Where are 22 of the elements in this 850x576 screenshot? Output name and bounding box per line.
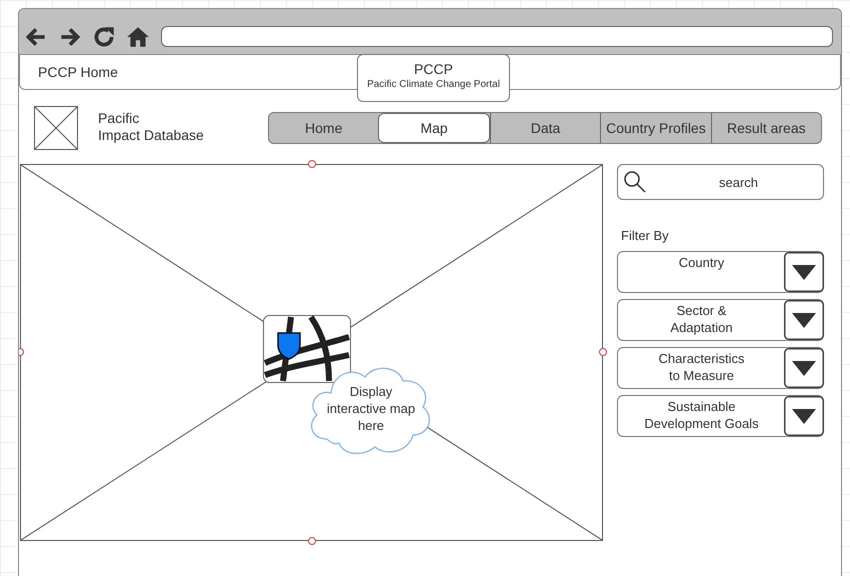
- logo-placeholder: [34, 106, 78, 150]
- site-name: PCCP: [413, 61, 454, 77]
- nav-tab[interactable]: Result areas: [710, 113, 822, 143]
- filter-label: Filter By: [621, 228, 670, 243]
- site-title: Pacific Impact Database: [98, 110, 205, 144]
- address-field[interactable]: [161, 26, 833, 47]
- map-note: Display interactive map here: [326, 383, 416, 434]
- map-icon: [263, 315, 351, 383]
- filter-dropdown[interactable]: Characteristics to Measure: [617, 347, 824, 389]
- selection-handle[interactable]: [599, 348, 607, 356]
- filter-dropdown[interactable]: Sustainable Development Goals: [617, 395, 824, 437]
- selection-handle[interactable]: [308, 537, 316, 545]
- nav-tab[interactable]: Data: [490, 113, 600, 143]
- nav-tab[interactable]: Map: [378, 113, 490, 143]
- search-icon: [623, 170, 647, 194]
- nav-tab[interactable]: Home: [269, 113, 378, 143]
- selection-handle[interactable]: [308, 160, 316, 168]
- filter-dropdown[interactable]: Country: [617, 251, 824, 293]
- nav-tab[interactable]: Country Profiles: [600, 113, 711, 143]
- site-subtitle: Pacific Climate Change Portal: [366, 79, 501, 90]
- search-field[interactable]: search: [617, 164, 824, 200]
- filter-dropdown[interactable]: Sector & Adaptation: [617, 299, 824, 341]
